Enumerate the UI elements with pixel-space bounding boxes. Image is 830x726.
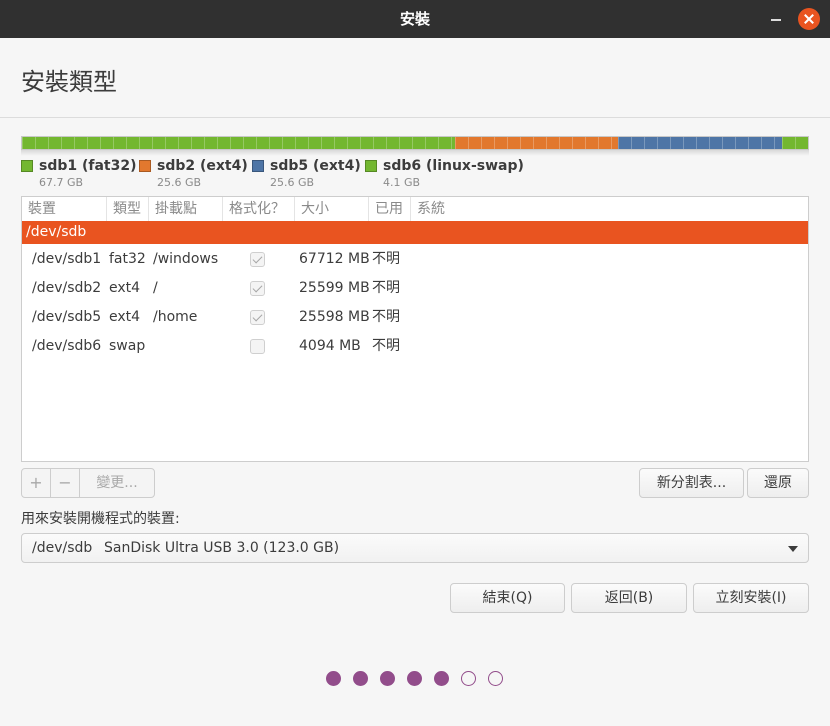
progress-dot (380, 671, 395, 686)
partition-table[interactable]: 裝置 類型 掛載點 格式化？ 大小 已用 系統 /dev/sdb /dev/sd… (21, 196, 809, 462)
cell-device: /dev/sdb5 (32, 309, 102, 325)
cell-device: /dev/sdb2 (32, 280, 102, 296)
new-partition-table-button[interactable]: 新分割表... (639, 468, 744, 498)
cell-size: 4094 MB (299, 338, 361, 354)
close-icon[interactable] (798, 8, 820, 30)
format-checkbox[interactable] (250, 281, 265, 296)
cell-type: swap (109, 338, 146, 354)
legend-swatch (21, 160, 33, 172)
install-now-button[interactable]: 立刻安裝(I) (693, 583, 809, 613)
cell-size: 25598 MB (299, 309, 370, 325)
window-titlebar: 安裝 (0, 0, 830, 38)
cell-device: /dev/sdb (26, 224, 87, 240)
cell-used: 不明 (372, 251, 400, 267)
cell-mount: /windows (153, 251, 219, 267)
partition-edit-buttons: + − 變更... (21, 468, 155, 498)
revert-button[interactable]: 還原 (747, 468, 809, 498)
bootloader-device: /dev/sdb (32, 540, 93, 556)
legend-size: 25.6 GB (270, 176, 315, 189)
progress-dot (407, 671, 422, 686)
cell-type: ext4 (109, 280, 141, 296)
progress-dot (353, 671, 368, 686)
legend-name: sdb5 (ext4) (270, 158, 361, 174)
partition-bar-segment-2 (454, 137, 619, 149)
column-header-system[interactable]: 系統 (410, 197, 470, 221)
partition-bar (21, 136, 809, 150)
cell-used: 不明 (372, 309, 400, 325)
cell-size: 67712 MB (299, 251, 370, 267)
format-checkbox[interactable] (250, 310, 265, 325)
column-header-used[interactable]: 已用 (368, 197, 410, 221)
bootloader-device-description: SanDisk Ultra USB 3.0 (123.0 GB) (104, 540, 340, 556)
legend-swatch (365, 160, 377, 172)
cell-size: 25599 MB (299, 280, 370, 296)
table-row[interactable]: /dev/sdb1 fat32 /windows 67712 MB 不明 (22, 245, 808, 274)
remove-partition-button[interactable]: − (51, 469, 80, 497)
legend-name: sdb1 (fat32) (39, 158, 137, 174)
table-row[interactable]: /dev/sdb5 ext4 /home 25598 MB 不明 (22, 303, 808, 332)
quit-button[interactable]: 結束(Q) (450, 583, 565, 613)
legend-name: sdb2 (ext4) (157, 158, 248, 174)
legend-swatch (252, 160, 264, 172)
legend-size: 67.7 GB (39, 176, 84, 189)
column-header-format[interactable]: 格式化？ (222, 197, 294, 221)
table-header: 裝置 類型 掛載點 格式化？ 大小 已用 系統 (22, 197, 808, 221)
add-partition-button[interactable]: + (22, 469, 51, 497)
table-row-disk[interactable]: /dev/sdb (22, 221, 808, 244)
format-checkbox[interactable] (250, 339, 265, 354)
page-header: 安裝類型 (0, 38, 830, 118)
progress-dot (488, 671, 503, 686)
partition-bar-segment-3 (618, 137, 782, 149)
page-title: 安裝類型 (21, 68, 117, 96)
legend-name: sdb6 (linux-swap) (383, 158, 524, 174)
bootloader-label: 用來安裝開機程式的裝置: (21, 511, 180, 527)
legend-size: 4.1 GB (383, 176, 421, 189)
progress-dot (326, 671, 341, 686)
column-header-type[interactable]: 類型 (106, 197, 148, 221)
cell-type: fat32 (109, 251, 146, 267)
table-row[interactable]: /dev/sdb6 swap 4094 MB 不明 (22, 332, 808, 361)
legend-size: 25.6 GB (157, 176, 202, 189)
partition-bar-shadow (21, 150, 809, 156)
cell-device: /dev/sdb1 (32, 251, 102, 267)
partition-bar-segment-1 (22, 137, 455, 149)
back-button[interactable]: 返回(B) (571, 583, 687, 613)
cell-used: 不明 (372, 280, 400, 296)
column-header-device[interactable]: 裝置 (22, 197, 106, 221)
bootloader-device-select[interactable]: /dev/sdb SanDisk Ultra USB 3.0 (123.0 GB… (21, 533, 809, 563)
cell-device: /dev/sdb6 (32, 338, 102, 354)
column-header-size[interactable]: 大小 (294, 197, 368, 221)
minimize-icon[interactable] (768, 10, 784, 26)
chevron-down-icon (788, 546, 798, 552)
cell-mount: / (153, 280, 158, 296)
cell-used: 不明 (372, 338, 400, 354)
partition-bar-segment-4 (781, 137, 808, 149)
legend-swatch (139, 160, 151, 172)
cell-type: ext4 (109, 309, 141, 325)
change-partition-button[interactable]: 變更... (80, 469, 154, 497)
window-title: 安裝 (399, 10, 430, 28)
progress-dot (434, 671, 449, 686)
table-row[interactable]: /dev/sdb2 ext4 / 25599 MB 不明 (22, 274, 808, 303)
cell-mount: /home (153, 309, 198, 325)
column-header-mount[interactable]: 掛載點 (148, 197, 222, 221)
format-checkbox[interactable] (250, 252, 265, 267)
progress-dot (461, 671, 476, 686)
